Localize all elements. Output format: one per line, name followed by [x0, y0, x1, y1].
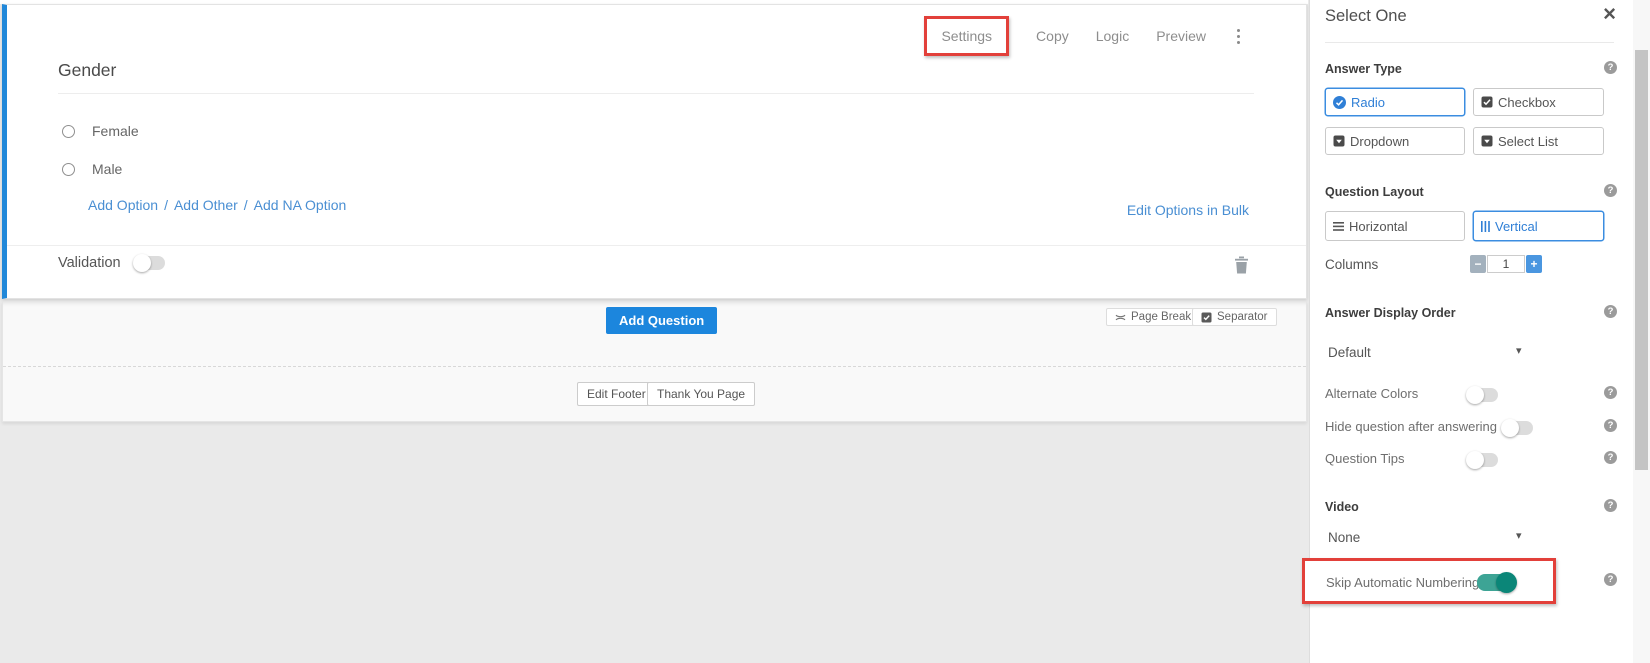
option-label[interactable]: Female: [92, 123, 139, 139]
skip-numbering-help-icon[interactable]: [1604, 573, 1617, 586]
dropdown-icon: [1333, 135, 1345, 147]
question-tips-toggle[interactable]: [1468, 453, 1498, 467]
toggle-knob: [1501, 419, 1519, 437]
answer-type-radio-button[interactable]: Radio: [1325, 88, 1465, 116]
scrollbar-thumb[interactable]: [1635, 50, 1648, 470]
question-title[interactable]: Gender: [58, 60, 116, 81]
answer-display-order-help-icon[interactable]: [1604, 305, 1617, 318]
select-list-label: Select List: [1498, 134, 1558, 149]
columns-increment-button[interactable]: +: [1526, 255, 1542, 273]
dropdown-label: Dropdown: [1350, 134, 1409, 149]
columns-decrement-button[interactable]: −: [1470, 255, 1486, 273]
skip-automatic-numbering-toggle[interactable]: [1477, 574, 1515, 591]
answer-display-order-select[interactable]: Default: [1328, 345, 1371, 360]
title-divider: [58, 93, 1254, 94]
hide-question-label: Hide question after answering: [1325, 419, 1497, 434]
add-other-link[interactable]: Add Other: [174, 197, 238, 213]
answer-type-label: Answer Type: [1325, 62, 1402, 76]
settings-button[interactable]: Settings: [941, 28, 992, 44]
question-card: Settings Copy Logic Preview Gender Femal…: [2, 4, 1307, 299]
toggle-knob: [1466, 386, 1484, 404]
settings-annotation-box: Settings: [924, 16, 1009, 56]
chevron-down-icon[interactable]: [1516, 344, 1522, 357]
answer-display-order-label: Answer Display Order: [1325, 306, 1456, 320]
answer-type-dropdown-button[interactable]: Dropdown: [1325, 127, 1465, 155]
more-options-icon[interactable]: [1237, 35, 1240, 38]
video-label: Video: [1325, 500, 1359, 514]
horizontal-label: Horizontal: [1349, 219, 1408, 234]
checkbox-icon: [1481, 96, 1493, 108]
question-toolbar: Settings Copy Logic Preview: [924, 16, 1244, 56]
builder-panel: Add Question Page Break Separator Edit F…: [2, 301, 1307, 422]
page-break-label: Page Break: [1131, 311, 1191, 323]
validation-row: Validation: [58, 255, 165, 271]
question-tips-help-icon[interactable]: [1604, 451, 1617, 464]
layout-horizontal-button[interactable]: Horizontal: [1325, 211, 1465, 241]
validation-toggle[interactable]: [135, 256, 165, 270]
alternate-colors-label: Alternate Colors: [1325, 386, 1418, 401]
question-layout-help-icon[interactable]: [1604, 184, 1617, 197]
link-separator: /: [244, 197, 248, 213]
chevron-down-icon[interactable]: [1516, 529, 1522, 542]
validation-label: Validation: [58, 255, 121, 271]
settings-sidebar: Select One Answer Type Radio Checkbox: [1309, 0, 1633, 663]
layout-vertical-button[interactable]: Vertical: [1473, 211, 1604, 241]
columns-label: Columns: [1325, 257, 1378, 272]
logic-button[interactable]: Logic: [1096, 28, 1129, 44]
answer-type-select-list-button[interactable]: Select List: [1473, 127, 1604, 155]
survey-builder-page: Settings Copy Logic Preview Gender Femal…: [0, 0, 1650, 663]
thank-you-page-button[interactable]: Thank You Page: [647, 382, 755, 406]
delete-question-icon[interactable]: [1234, 256, 1249, 279]
option-links: Add Option / Add Other / Add NA Option: [88, 197, 346, 213]
footer-dashed-divider: [3, 366, 1306, 367]
add-na-option-link[interactable]: Add NA Option: [254, 197, 347, 213]
option-row: Male: [62, 161, 122, 177]
toggle-knob: [1496, 572, 1517, 593]
video-help-icon[interactable]: [1604, 499, 1617, 512]
close-icon[interactable]: [1603, 3, 1616, 25]
scrollbar-track[interactable]: [1633, 0, 1650, 663]
separator-label: Separator: [1217, 311, 1268, 323]
page-break-button[interactable]: Page Break: [1106, 308, 1200, 326]
columns-stepper: − +: [1470, 255, 1542, 273]
option-row: Female: [62, 123, 139, 139]
checkbox-label: Checkbox: [1498, 95, 1556, 110]
skip-numbering-annotation-box: Skip Automatic Numbering: [1302, 558, 1556, 604]
answer-type-checkbox-button[interactable]: Checkbox: [1473, 88, 1604, 116]
card-divider: [7, 245, 1306, 246]
preview-button[interactable]: Preview: [1156, 28, 1206, 44]
alternate-colors-help-icon[interactable]: [1604, 386, 1617, 399]
edit-footer-button[interactable]: Edit Footer: [577, 382, 656, 406]
vertical-label: Vertical: [1495, 219, 1538, 234]
edit-options-in-bulk-link[interactable]: Edit Options in Bulk: [1127, 202, 1249, 218]
add-option-link[interactable]: Add Option: [88, 197, 158, 213]
separator-icon: [1201, 312, 1212, 323]
page-break-icon: [1115, 312, 1126, 323]
skip-automatic-numbering-label: Skip Automatic Numbering: [1326, 575, 1479, 590]
toggle-knob: [1466, 451, 1484, 469]
columns-input[interactable]: [1487, 255, 1525, 273]
vertical-bars-icon: [1481, 221, 1490, 232]
radio-selected-icon: [1333, 96, 1346, 109]
sidebar-title: Select One: [1325, 7, 1407, 26]
question-layout-label: Question Layout: [1325, 185, 1424, 199]
radio-button-icon[interactable]: [62, 125, 75, 138]
option-label[interactable]: Male: [92, 161, 122, 177]
separator-button[interactable]: Separator: [1192, 308, 1277, 326]
answer-type-help-icon[interactable]: [1604, 61, 1617, 74]
horizontal-lines-icon: [1333, 222, 1344, 231]
video-select[interactable]: None: [1328, 530, 1360, 545]
radio-button-icon[interactable]: [62, 163, 75, 176]
radio-label: Radio: [1351, 95, 1385, 110]
select-list-icon: [1481, 135, 1493, 147]
sidebar-divider: [1325, 42, 1614, 43]
link-separator: /: [164, 197, 168, 213]
copy-button[interactable]: Copy: [1036, 28, 1069, 44]
add-question-button[interactable]: Add Question: [606, 307, 717, 334]
hide-question-help-icon[interactable]: [1604, 419, 1617, 432]
question-tips-label: Question Tips: [1325, 451, 1405, 466]
alternate-colors-toggle[interactable]: [1468, 388, 1498, 402]
toggle-knob: [133, 254, 151, 272]
hide-question-toggle[interactable]: [1503, 421, 1533, 435]
